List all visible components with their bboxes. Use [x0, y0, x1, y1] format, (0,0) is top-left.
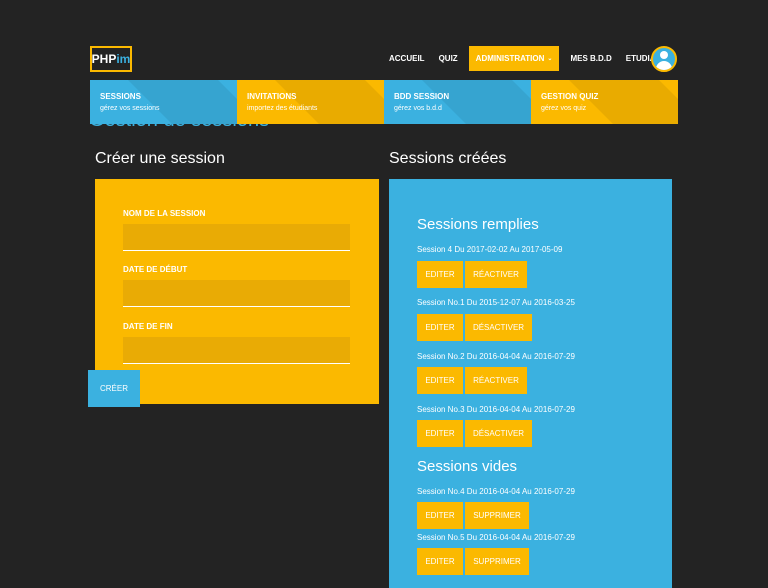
session-text: Session No.3 Du 2016-04-04 Au 2016-07-29: [417, 405, 575, 414]
start-date-input[interactable]: [123, 280, 350, 307]
tile-title: INVITATIONS: [247, 92, 297, 101]
chevron-down-icon: ⌄: [547, 56, 553, 62]
tile-subtitle: importez des étudiants: [247, 105, 318, 112]
avatar-body: [656, 61, 672, 70]
deactivate-button[interactable]: DÉSACTIVER: [465, 420, 532, 447]
logo[interactable]: PHP im: [90, 46, 132, 72]
end-date-input[interactable]: [123, 337, 350, 364]
session-name-input[interactable]: [123, 224, 350, 251]
tile-title: SESSIONS: [100, 92, 141, 101]
session-text: Session No.2 Du 2016-04-04 Au 2016-07-29: [417, 352, 575, 361]
tile-subtitle: gérez vos sessions: [100, 105, 160, 112]
session-name-label: NOM DE LA SESSION: [123, 209, 206, 218]
logo-text: PHP: [91, 52, 117, 66]
session-text: Session 4 Du 2017-02-02 Au 2017-05-09: [417, 245, 563, 254]
edit-button[interactable]: EDITER: [417, 420, 463, 447]
tile-bdd-session[interactable]: BDD SESSION gérez vos b.d.d: [384, 80, 531, 124]
tile-gestion-quiz[interactable]: GESTION QUIZ gérez vos quiz: [531, 80, 678, 124]
nav-item-accueil[interactable]: ACCUEIL: [382, 46, 432, 71]
tile-title: GESTION QUIZ: [541, 92, 599, 101]
create-button[interactable]: CRÉER: [88, 370, 140, 407]
edit-button[interactable]: EDITER: [417, 502, 463, 529]
tile-sessions[interactable]: SESSIONS gérez vos sessions: [90, 80, 237, 124]
session-text: Session No.1 Du 2015-12-07 Au 2016-03-25: [417, 298, 575, 307]
session-text: Session No.5 Du 2016-04-04 Au 2016-07-29: [417, 533, 575, 542]
create-session-heading: Créer une session: [95, 150, 225, 167]
tile-invitations[interactable]: INVITATIONS importez des étudiants: [237, 80, 384, 124]
tile-title: BDD SESSION: [394, 92, 450, 101]
sessions-panel: Sessions remplies Session 4 Du 2017-02-0…: [389, 179, 672, 588]
nav-label: QUIZ: [438, 54, 458, 63]
session-text: Session No.4 Du 2016-04-04 Au 2016-07-29: [417, 487, 575, 496]
nav-item-quiz[interactable]: QUIZ: [432, 46, 465, 71]
nav-item-administration[interactable]: ADMINISTRATION ⌄: [468, 46, 560, 71]
user-avatar-icon[interactable]: [651, 46, 677, 72]
nav-label: ACCUEIL: [389, 54, 425, 63]
edit-button[interactable]: EDITER: [417, 314, 463, 341]
nav-label: ADMINISTRATION: [475, 54, 545, 63]
deactivate-button[interactable]: DÉSACTIVER: [465, 314, 532, 341]
created-sessions-heading: Sessions créées: [389, 150, 507, 167]
nav-item-mes-bdd[interactable]: MES B.D.D: [563, 46, 618, 71]
start-date-label: DATE DE DÉBUT: [123, 265, 188, 274]
logo-accent-text: im: [116, 52, 131, 66]
edit-button[interactable]: EDITER: [417, 367, 463, 394]
edit-button[interactable]: EDITER: [417, 261, 463, 288]
end-date-label: DATE DE FIN: [123, 322, 173, 331]
empty-sessions-heading: Sessions vides: [417, 458, 518, 475]
nav-label: MES B.D.D: [570, 54, 612, 63]
reactivate-button[interactable]: RÉACTIVER: [465, 367, 527, 394]
reactivate-button[interactable]: RÉACTIVER: [465, 261, 527, 288]
tile-subtitle: gérez vos b.d.d: [394, 105, 442, 112]
avatar-head: [660, 51, 668, 59]
tile-subtitle: gérez vos quiz: [541, 105, 587, 112]
admin-tiles: SESSIONS gérez vos sessions INVITATIONS …: [90, 80, 678, 124]
edit-button[interactable]: EDITER: [417, 548, 463, 575]
top-nav: ACCUEIL QUIZ ADMINISTRATION ⌄ MES B.D.D E…: [382, 46, 679, 71]
delete-button[interactable]: SUPPRIMER: [465, 548, 529, 575]
filled-sessions-heading: Sessions remplies: [417, 216, 539, 233]
delete-button[interactable]: SUPPRIMER: [465, 502, 529, 529]
